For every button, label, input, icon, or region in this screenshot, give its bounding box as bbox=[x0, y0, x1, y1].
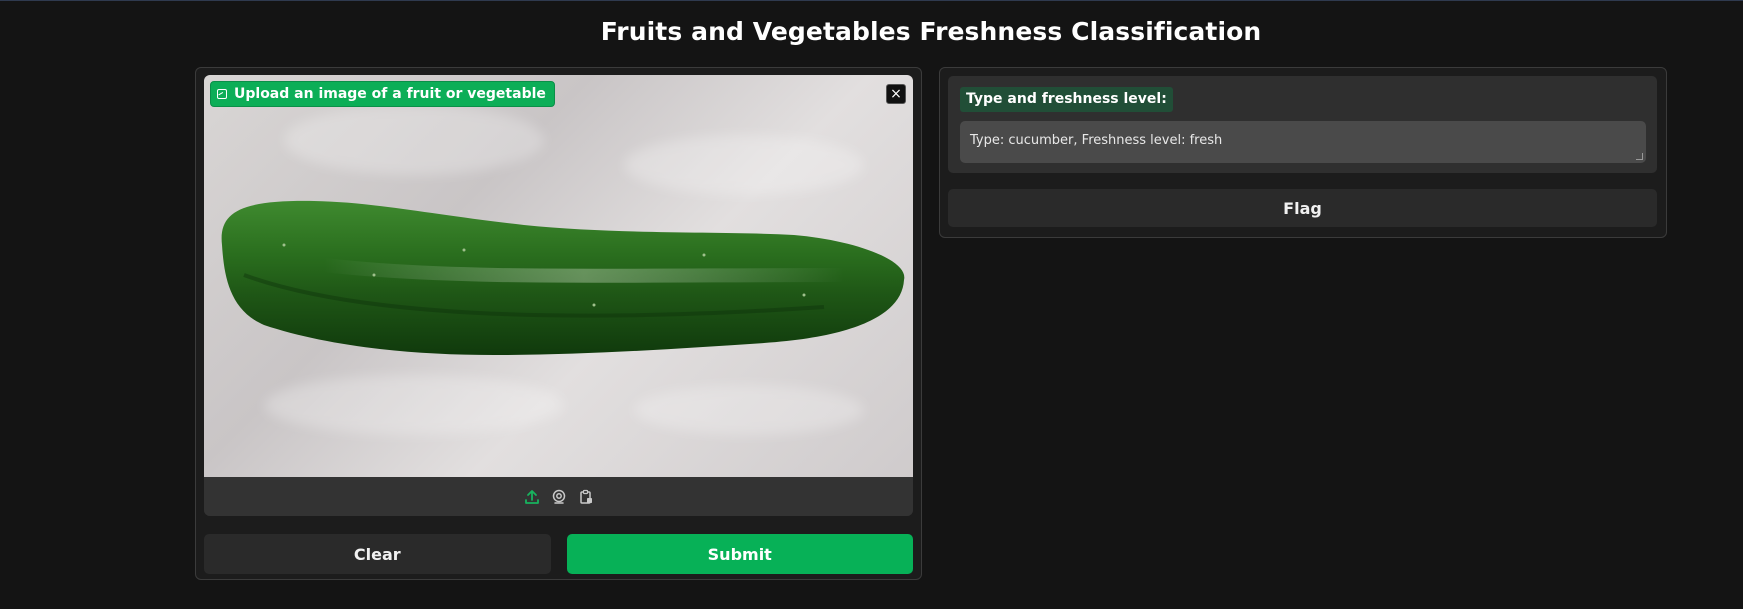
submit-button[interactable]: Submit bbox=[566, 534, 913, 574]
action-buttons: Clear Submit bbox=[204, 534, 913, 574]
image-icon bbox=[217, 89, 227, 99]
flag-button[interactable]: Flag bbox=[948, 189, 1657, 227]
page-title: Fruits and Vegetables Freshness Classifi… bbox=[600, 17, 1262, 46]
source-selector bbox=[204, 477, 913, 516]
image-input[interactable]: Upload an image of a fruit or vegetable … bbox=[204, 75, 913, 516]
input-panel: Upload an image of a fruit or vegetable … bbox=[195, 67, 922, 580]
upload-label-text: Upload an image of a fruit or vegetable bbox=[234, 86, 546, 102]
clipboard-icon[interactable] bbox=[577, 488, 594, 505]
uploaded-image bbox=[204, 75, 913, 477]
close-button[interactable]: × bbox=[886, 84, 906, 104]
upload-icon[interactable] bbox=[523, 488, 540, 505]
output-panel: Type and freshness level: Type: cucumber… bbox=[939, 67, 1667, 238]
top-border bbox=[0, 0, 1743, 1]
cucumber-image bbox=[221, 200, 905, 355]
resize-handle-icon[interactable] bbox=[1636, 153, 1643, 160]
output-value: Type: cucumber, Freshness level: fresh bbox=[970, 133, 1223, 148]
webcam-icon[interactable] bbox=[550, 488, 567, 505]
upload-label: Upload an image of a fruit or vegetable bbox=[210, 81, 555, 107]
output-textbox-block: Type and freshness level: Type: cucumber… bbox=[948, 76, 1657, 173]
output-textbox[interactable]: Type: cucumber, Freshness level: fresh bbox=[960, 121, 1646, 163]
output-label: Type and freshness level: bbox=[960, 87, 1173, 112]
clear-button[interactable]: Clear bbox=[204, 534, 551, 574]
